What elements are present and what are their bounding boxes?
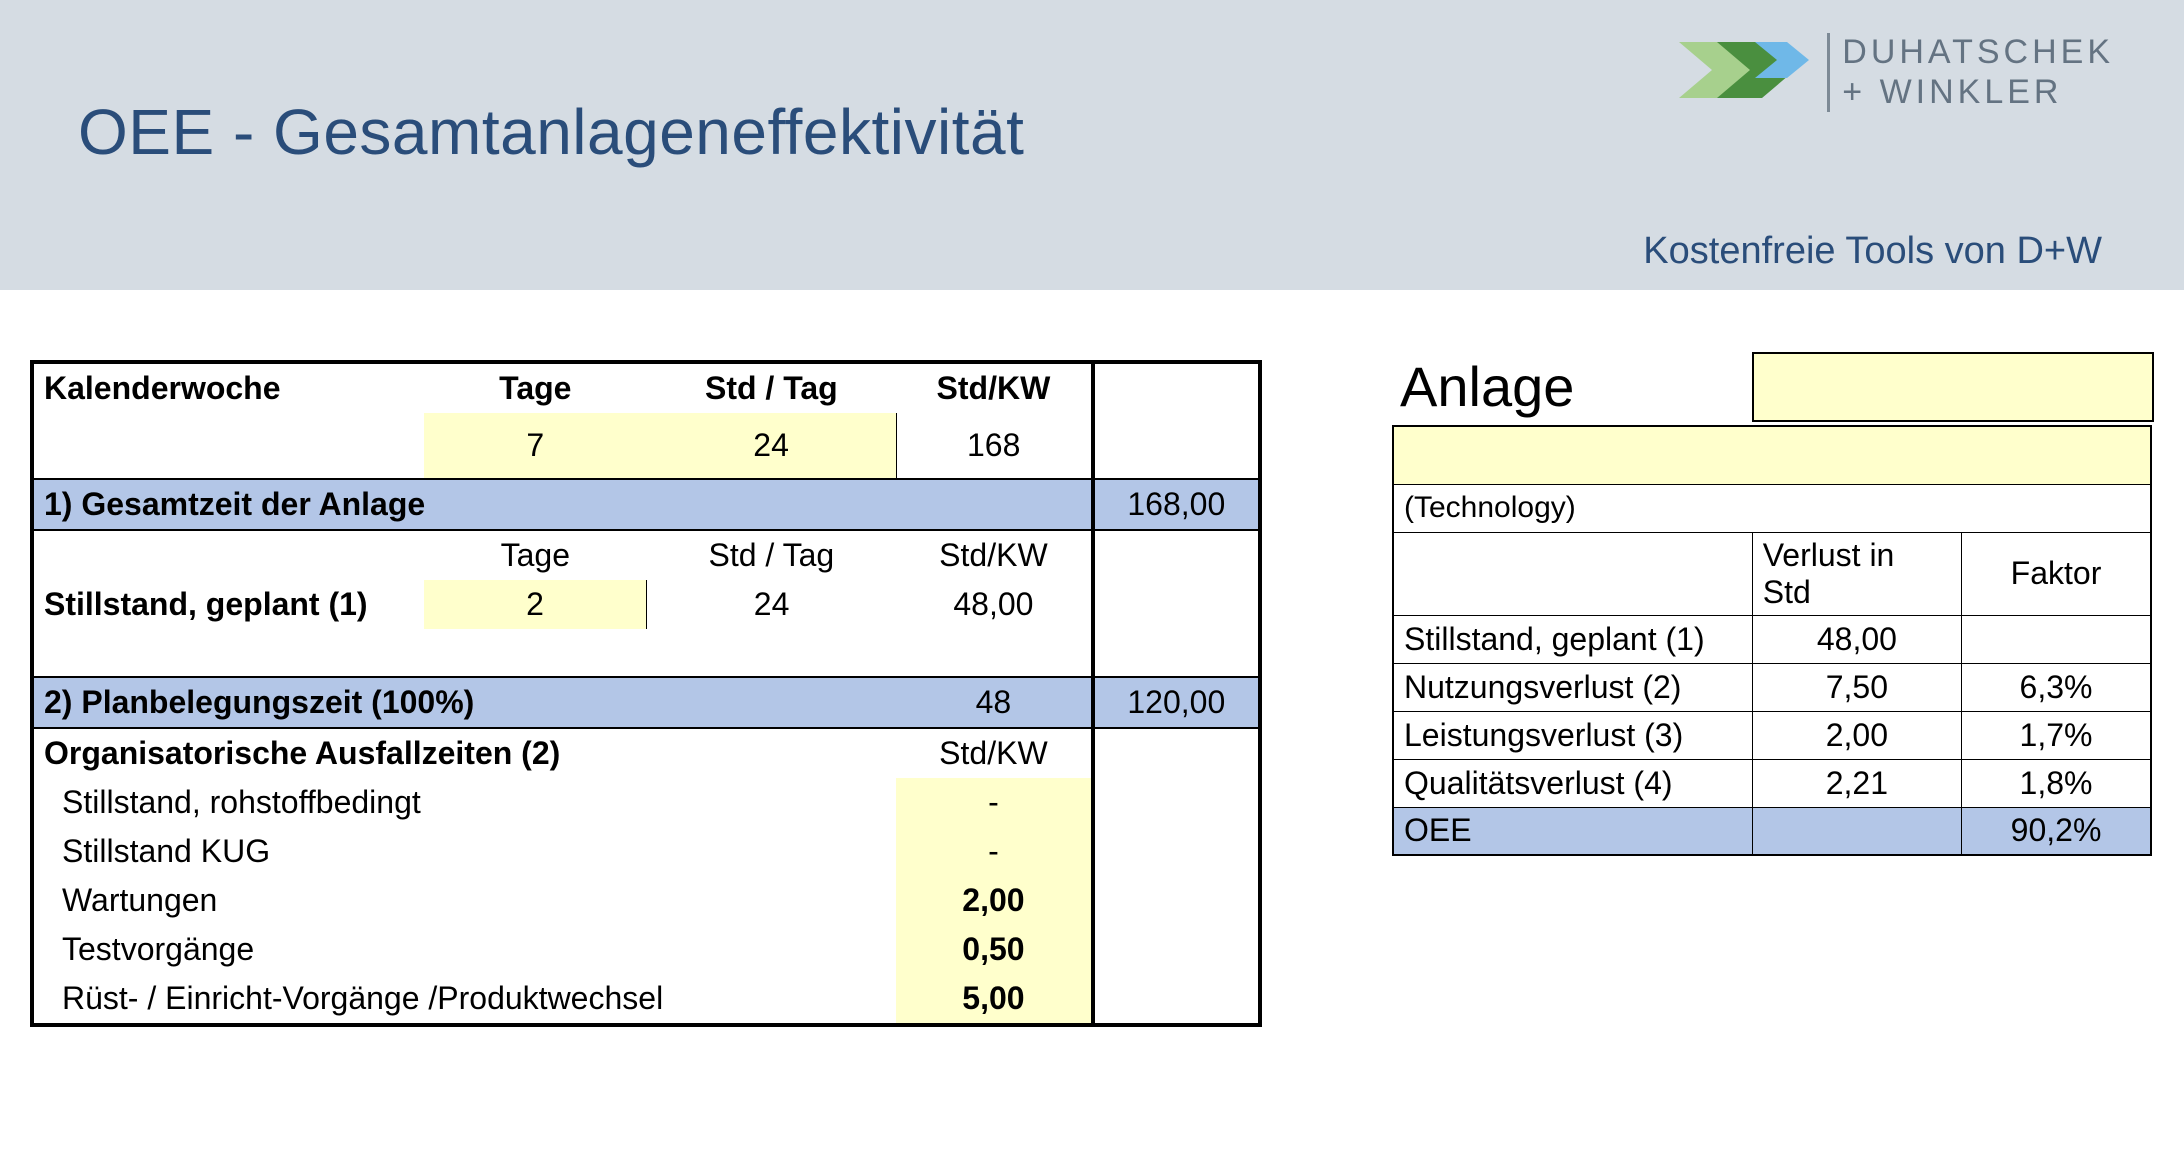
org-item-1: Stillstand KUG — [32, 827, 896, 876]
r1-factor: 6,3% — [1962, 663, 2151, 711]
oee-label: OEE — [1393, 807, 1752, 855]
org-item-0: Stillstand, rohstoffbedingt — [32, 778, 896, 827]
empty-header — [1393, 532, 1752, 615]
oee-value: 90,2% — [1962, 807, 2151, 855]
stdtag-input[interactable]: 24 — [647, 413, 897, 479]
r0-factor — [1962, 615, 2151, 663]
col-stdtag-2: Std / Tag — [647, 530, 897, 580]
org-col: Std/KW — [896, 728, 1092, 778]
r0-loss: 48,00 — [1752, 615, 1961, 663]
col-stdkw-2: Std/KW — [896, 530, 1092, 580]
org-val-1[interactable]: - — [896, 827, 1092, 876]
stillstand-tage-input[interactable]: 2 — [424, 580, 646, 629]
col-factor: Faktor — [1962, 532, 2151, 615]
section1-label: 1) Gesamtzeit der Anlage — [32, 479, 1093, 530]
org-item-3: Testvorgänge — [32, 925, 896, 974]
r3-loss: 2,21 — [1752, 759, 1961, 807]
stillstand-stdtag: 24 — [647, 580, 897, 629]
brand-line1: DUHATSCHEK — [1842, 33, 2114, 71]
kw-label: Kalenderwoche — [32, 362, 424, 413]
page-title: OEE - Gesamtanlageneffektivität — [78, 95, 1024, 169]
org-item-2: Wartungen — [32, 876, 896, 925]
r3-label: Qualitätsverlust (4) — [1393, 759, 1752, 807]
stillstand-label: Stillstand, geplant (1) — [32, 580, 424, 629]
org-item-4: Rüst- / Einricht-Vorgänge /Produktwechse… — [32, 974, 896, 1025]
content-area: Kalenderwoche Tage Std / Tag Std/KW 7 24… — [0, 290, 2184, 1027]
brand-line2: + WINKLER — [1842, 73, 2062, 111]
anlage-name-row[interactable] — [1393, 426, 2151, 484]
total-col-blank — [1093, 362, 1260, 413]
r1-label: Nutzungsverlust (2) — [1393, 663, 1752, 711]
logo-icon — [1679, 30, 1809, 115]
tagline: Kostenfreie Tools von D+W — [1643, 230, 2102, 273]
anlage-input[interactable] — [1752, 352, 2154, 422]
anlage-label: Anlage — [1392, 352, 1752, 425]
col-tage-2: Tage — [424, 530, 646, 580]
brand-logo: DUHATSCHEK + WINKLER — [1679, 30, 2114, 115]
tage-input[interactable]: 7 — [424, 413, 646, 479]
technology-label: (Technology) — [1393, 484, 2151, 532]
section2-total: 120,00 — [1093, 677, 1260, 728]
org-val-2[interactable]: 2,00 — [896, 876, 1092, 925]
org-val-0[interactable]: - — [896, 778, 1092, 827]
stdkw-value: 168 — [896, 413, 1092, 479]
section1-total: 168,00 — [1093, 479, 1260, 530]
org-label: Organisatorische Ausfallzeiten (2) — [32, 728, 896, 778]
anlage-table: (Technology) Verlust in Std Faktor Still… — [1392, 425, 2152, 856]
r0-label: Stillstand, geplant (1) — [1393, 615, 1752, 663]
col-loss: Verlust in Std — [1752, 532, 1961, 615]
r3-factor: 1,8% — [1962, 759, 2151, 807]
org-val-3[interactable]: 0,50 — [896, 925, 1092, 974]
section2-label: 2) Planbelegungszeit (100%) — [32, 677, 896, 728]
anlage-panel: Anlage (Technology) Verlust in Std Fakto… — [1392, 352, 2154, 856]
r1-loss: 7,50 — [1752, 663, 1961, 711]
stillstand-stdkw: 48,00 — [896, 580, 1092, 629]
oee-input-table: Kalenderwoche Tage Std / Tag Std/KW 7 24… — [30, 360, 1262, 1027]
oee-loss-blank — [1752, 807, 1961, 855]
brand-text: DUHATSCHEK + WINKLER — [1827, 33, 2114, 111]
header: OEE - Gesamtanlageneffektivität DUHATSCH… — [0, 0, 2184, 290]
col-stdtag: Std / Tag — [647, 362, 897, 413]
org-val-4[interactable]: 5,00 — [896, 974, 1092, 1025]
r2-factor: 1,7% — [1962, 711, 2151, 759]
section2-val: 48 — [896, 677, 1092, 728]
col-stdkw: Std/KW — [896, 362, 1092, 413]
col-tage: Tage — [424, 362, 646, 413]
r2-loss: 2,00 — [1752, 711, 1961, 759]
r2-label: Leistungsverlust (3) — [1393, 711, 1752, 759]
